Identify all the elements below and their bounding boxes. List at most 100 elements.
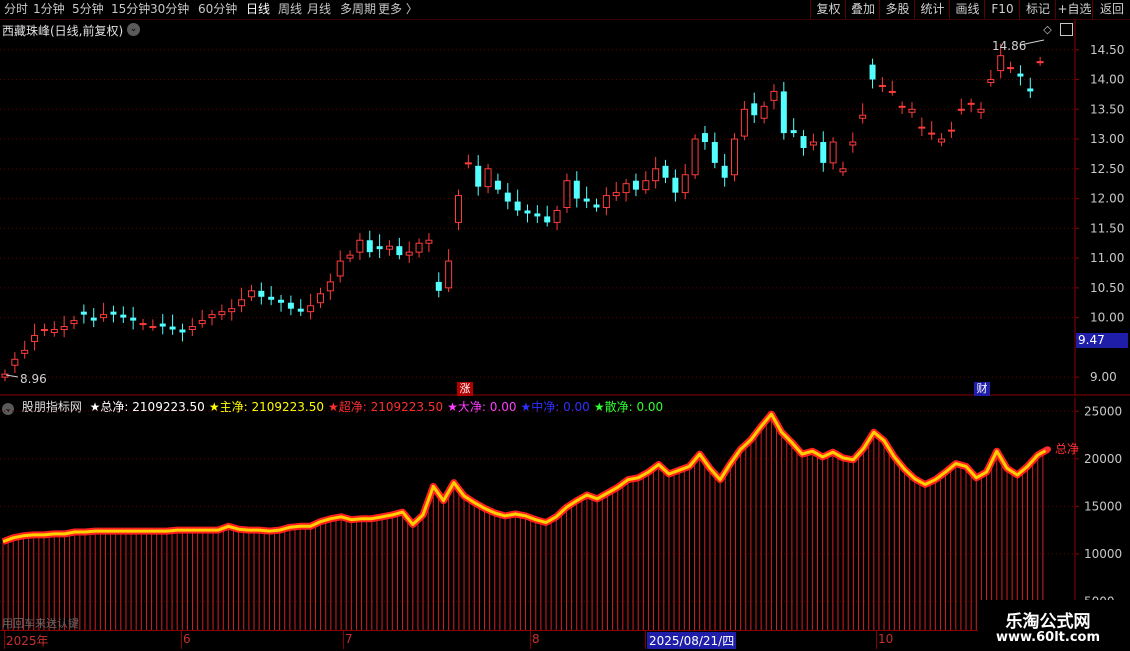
candle <box>40 323 48 337</box>
candle <box>218 304 226 320</box>
candle <box>898 101 906 115</box>
toolbar-button-4[interactable]: 画线 <box>949 0 985 19</box>
date-tick <box>876 631 877 649</box>
toolbar-button-0[interactable]: 复权 <box>810 0 846 19</box>
toolbar-button-8[interactable]: 返回 <box>1092 0 1130 19</box>
candle <box>80 304 87 324</box>
candle <box>326 273 334 300</box>
candle <box>139 318 147 331</box>
toolbar: 分时 1分钟 5分钟 15分钟 30分钟 60分钟 日线 周线 月线 多周期 更多 〉 复权 叠加 多股… <box>0 0 1130 20</box>
candle <box>790 118 797 138</box>
candle <box>681 164 689 200</box>
candle <box>849 132 857 153</box>
y-tick-label: 9.00 <box>1090 370 1117 384</box>
candle <box>208 309 216 326</box>
period-tab-4[interactable]: 30分钟 <box>150 1 189 18</box>
watermark: 乐淘公式网 www.60lt.com <box>978 600 1130 650</box>
candle <box>159 314 166 335</box>
date-tick <box>343 631 344 649</box>
y-tick-label: 13.50 <box>1090 102 1124 116</box>
candle <box>346 250 354 263</box>
toolbar-button-7[interactable]: +自选 <box>1055 0 1093 19</box>
candle <box>672 169 679 202</box>
watermark-url: www.60lt.com <box>995 630 1101 645</box>
candle <box>169 314 176 335</box>
period-tab-7[interactable]: 周线 <box>278 1 302 18</box>
candle <box>760 101 768 124</box>
period-tab-5[interactable]: 60分钟 <box>198 1 237 18</box>
candle <box>751 92 758 123</box>
period-tab-8[interactable]: 月线 <box>307 1 331 18</box>
candle <box>475 155 482 196</box>
period-tab-10[interactable]: 更多 〉 <box>378 1 418 18</box>
date-tick <box>645 631 646 649</box>
candle <box>278 295 285 312</box>
candle <box>425 233 433 253</box>
period-tab-1[interactable]: 1分钟 <box>33 1 65 18</box>
date-label: 10 <box>878 632 894 646</box>
toolbar-button-3[interactable]: 统计 <box>914 0 950 19</box>
period-tab-9[interactable]: 多周期 <box>340 1 376 18</box>
y-tick-label: 10.50 <box>1090 281 1124 295</box>
period-tab-0[interactable]: 分时 <box>4 1 28 18</box>
period-tab-3[interactable]: 15分钟 <box>111 1 150 18</box>
candle <box>435 272 442 298</box>
candle <box>405 241 413 263</box>
period-tab-2[interactable]: 5分钟 <box>72 1 104 18</box>
indicator-end-marker <box>1045 446 1051 453</box>
watermark-title: 乐淘公式网 <box>1005 612 1091 632</box>
candle <box>1027 77 1034 98</box>
candle <box>188 318 196 337</box>
candle <box>247 284 255 301</box>
candle <box>385 240 393 256</box>
candle <box>1007 61 1015 73</box>
candle <box>731 133 739 182</box>
toolbar-button-5[interactable]: F10 <box>984 0 1020 19</box>
date-tick <box>530 631 531 649</box>
candle <box>721 153 728 187</box>
y-tick-label: 13.00 <box>1090 132 1124 146</box>
candle <box>544 205 551 227</box>
candle <box>839 161 847 176</box>
candle <box>454 189 462 231</box>
candle <box>366 230 373 258</box>
candle <box>612 181 620 201</box>
candle <box>120 306 127 323</box>
candle <box>859 103 867 124</box>
period-tab-6[interactable]: 日线 <box>246 1 270 18</box>
candle <box>31 323 39 351</box>
candle <box>198 309 206 328</box>
toolbar-button-2[interactable]: 多股 <box>879 0 915 19</box>
candle <box>415 238 423 258</box>
candle <box>21 340 29 359</box>
candle <box>179 323 186 342</box>
candle <box>553 205 561 231</box>
candle <box>534 205 541 223</box>
candle <box>445 249 453 293</box>
date-label: 2025年 <box>6 634 49 648</box>
y-tick-label: 10000 <box>1084 547 1122 561</box>
badge-zhang[interactable]: 涨 <box>457 382 473 396</box>
candle <box>376 234 383 259</box>
candle <box>593 198 600 212</box>
candle <box>642 171 650 194</box>
candle <box>820 131 827 172</box>
toolbar-button-1[interactable]: 叠加 <box>845 0 880 19</box>
candle <box>100 302 108 322</box>
candle <box>987 70 995 87</box>
candle <box>356 233 364 260</box>
candle <box>780 81 787 140</box>
candle <box>268 286 275 306</box>
y-tick-label: 11.00 <box>1090 251 1124 265</box>
indicator-footer-text: 用回车来送认键 <box>2 617 79 630</box>
y-tick-label: 12.00 <box>1090 192 1124 206</box>
date-label: 6 <box>183 632 191 646</box>
candle <box>957 98 965 115</box>
candle <box>1036 56 1044 66</box>
candle <box>691 134 699 179</box>
candle <box>464 154 472 169</box>
toolbar-button-6[interactable]: 标记 <box>1019 0 1056 19</box>
badge-cai[interactable]: 财 <box>974 382 990 396</box>
candle <box>977 102 985 119</box>
candle <box>809 133 817 151</box>
